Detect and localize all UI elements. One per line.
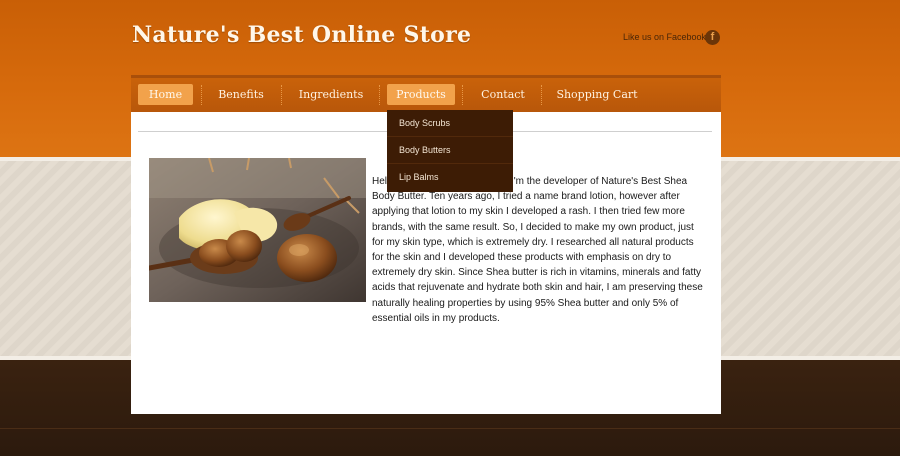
- facebook-icon[interactable]: f: [705, 30, 720, 45]
- nav-item-ingredients[interactable]: Ingredients: [291, 84, 371, 105]
- nav-separator: [281, 85, 282, 105]
- nav-separator: [541, 85, 542, 105]
- main-navigation: Home Benefits Ingredients Products Conta…: [131, 75, 721, 112]
- dropdown-item-body-scrubs[interactable]: Body Scrubs: [387, 110, 513, 137]
- nav-separator: [201, 85, 202, 105]
- facebook-link-text[interactable]: Like us on Facebook: [623, 32, 706, 42]
- intro-paragraph: Hello, my name is Pat Leggett. I'm the d…: [372, 176, 703, 324]
- dropdown-item-body-butters[interactable]: Body Butters: [387, 137, 513, 164]
- nav-separator: [379, 85, 380, 105]
- nav-item-contact[interactable]: Contact: [471, 84, 535, 105]
- nav-item-products[interactable]: Products: [387, 84, 455, 105]
- nav-item-home[interactable]: Home: [138, 84, 193, 105]
- products-dropdown-menu: Body Scrubs Body Butters Lip Balms: [387, 110, 513, 192]
- nav-item-shopping-cart[interactable]: Shopping Cart: [551, 84, 643, 105]
- nav-separator: [462, 85, 463, 105]
- footer-divider: [0, 428, 900, 429]
- nav-item-benefits[interactable]: Benefits: [211, 84, 271, 105]
- dropdown-item-lip-balms[interactable]: Lip Balms: [387, 164, 513, 191]
- shea-butter-image: [149, 158, 366, 302]
- site-title[interactable]: Nature's Best Online Store: [132, 22, 471, 48]
